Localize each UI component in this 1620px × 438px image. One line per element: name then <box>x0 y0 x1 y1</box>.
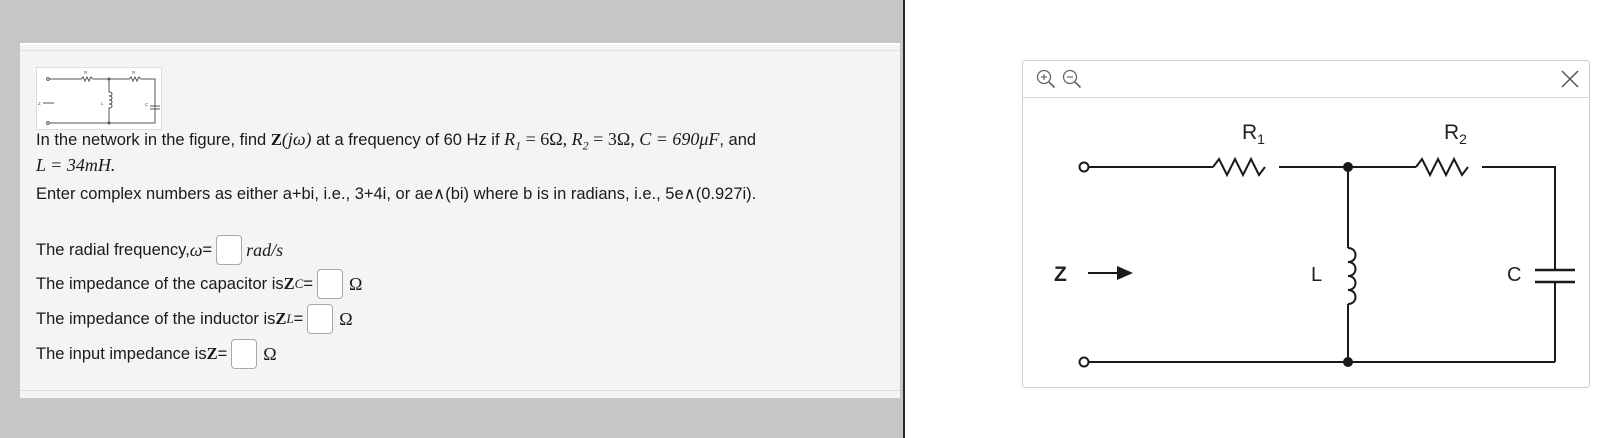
zc-input[interactable] <box>316 269 343 299</box>
thumb-l-label: L <box>101 101 104 106</box>
answer-row-omega: The radial frequency, ω = rad/s <box>36 233 283 267</box>
c-label: C <box>1507 264 1521 286</box>
zl-label: The impedance of the inductor is <box>36 309 276 328</box>
answer-row-zl: The impedance of the inductor is ZL = Ω <box>36 302 353 336</box>
thumb-node-bottom <box>107 121 111 125</box>
figure-thumbnail[interactable]: R R L C Z <box>36 67 162 130</box>
omega-label: The radial frequency, <box>36 240 190 259</box>
z-label: The input impedance is <box>36 344 207 363</box>
zl-eq: = <box>293 309 304 328</box>
omega-symbol: ω <box>189 239 203 260</box>
problem-frequency: at a frequency of 60 Hz if <box>311 131 505 149</box>
math-jw: (jω) <box>281 129 312 149</box>
question-panel: R R L C Z In the network in the figure, … <box>20 43 900 398</box>
problem-statement-line1: In the network in the figure, find Z(jω)… <box>36 127 756 158</box>
zc-eq: = <box>303 274 313 293</box>
zoom-in-button[interactable] <box>1035 68 1057 90</box>
thumb-c-label: C <box>145 102 149 107</box>
node-bottom <box>1343 357 1353 367</box>
math-z: Z <box>270 130 282 149</box>
math-l: L = 34mH. <box>36 155 116 175</box>
zl-subscript: L <box>286 311 294 326</box>
r2-label: R2 <box>1444 121 1467 147</box>
zc-subscript: C <box>294 276 304 291</box>
problem-and: , and <box>719 131 757 149</box>
input-terminal-bottom <box>1078 356 1090 368</box>
pane-divider <box>903 0 905 438</box>
resistor-r1-symbol <box>1212 156 1266 178</box>
thumb-r1-label: R <box>84 70 88 75</box>
omega-unit: rad/s <box>246 239 284 260</box>
zc-label: The impedance of the capacitor is <box>36 274 284 293</box>
problem-intro: In the network in the figure, find <box>36 131 271 149</box>
zoom-out-icon <box>1062 69 1082 89</box>
thumb-inductor <box>108 79 113 123</box>
z-symbol: Z <box>206 344 218 363</box>
zc-symbol: Z <box>283 274 295 293</box>
omega-input[interactable] <box>216 235 243 265</box>
omega-eq: = <box>202 240 213 259</box>
thumb-terminal-top <box>46 77 50 81</box>
resistor-r2-symbol <box>1415 156 1469 178</box>
thumb-r2-label: R <box>132 70 136 75</box>
r1-label: R1 <box>1242 121 1265 147</box>
z-input[interactable] <box>231 339 258 369</box>
zc-unit: Ω <box>348 273 363 294</box>
close-button[interactable] <box>1559 68 1581 90</box>
node-top <box>1343 162 1353 172</box>
thumb-terminal-bottom <box>46 121 50 125</box>
z-label: Z <box>1054 263 1067 286</box>
circuit-diagram: R1 R2 L C Z <box>1054 121 1575 368</box>
thumb-z-label: Z <box>38 101 41 106</box>
math-c: C = 690μF <box>639 129 720 149</box>
wire-top-right <box>1482 166 1556 270</box>
thumb-wire-loop <box>49 75 156 124</box>
zl-symbol: Z <box>275 309 287 328</box>
thumb-node-top <box>107 77 111 81</box>
capacitor-c-symbol <box>1535 268 1575 284</box>
answer-row-z: The input impedance is Z = Ω <box>36 337 277 371</box>
close-icon <box>1561 70 1579 88</box>
figure-viewer: R1 R2 L C Z <box>1022 60 1590 388</box>
math-r1: R1 = 6Ω, <box>504 129 572 153</box>
viewer-toolbar <box>1023 61 1589 98</box>
panel-bottom-line <box>20 390 900 391</box>
problem-statement-line2: L = 34mH. <box>36 153 115 178</box>
zoom-in-icon <box>1036 69 1056 89</box>
z-eq: = <box>217 344 228 363</box>
inductor-l-symbol <box>1347 247 1357 305</box>
zl-unit: Ω <box>339 308 353 329</box>
current-arrow-head <box>1117 266 1133 280</box>
math-r2: R2 = 3Ω, <box>571 129 640 153</box>
input-terminal-top <box>1078 161 1090 173</box>
zl-input[interactable] <box>307 304 334 334</box>
instructions: Enter complex numbers as either a+bi, i.… <box>36 185 757 203</box>
thumbnail-circuit: R R L C Z <box>38 70 160 125</box>
l-label: L <box>1311 264 1322 286</box>
panel-top-line <box>20 50 900 51</box>
z-unit: Ω <box>263 343 277 364</box>
answer-row-zc: The impedance of the capacitor is ZC = Ω <box>36 267 362 301</box>
zoom-out-button[interactable] <box>1061 68 1083 90</box>
